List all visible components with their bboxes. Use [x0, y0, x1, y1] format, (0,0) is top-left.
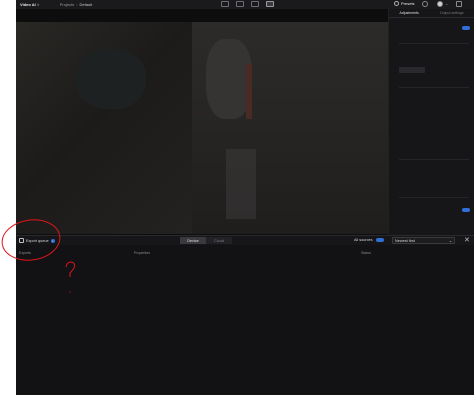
- presets-icon: [394, 1, 399, 6]
- window-fullscreen-icon[interactable]: [456, 1, 462, 7]
- presets-label: Presets: [401, 1, 415, 6]
- export-queue-list: [16, 257, 474, 395]
- video-preview-area: [16, 9, 388, 235]
- column-header-status: Status: [361, 251, 371, 255]
- sort-dropdown[interactable]: Newest first ⌄: [392, 237, 455, 244]
- breadcrumb-separator: ›: [76, 2, 78, 7]
- export-queue-header[interactable]: Export queue i: [19, 238, 55, 243]
- video-frame-content: [226, 149, 256, 219]
- close-icon[interactable]: ✕: [464, 237, 470, 244]
- sidebar-divider: [399, 159, 469, 160]
- tab-adjustments[interactable]: Adjustments: [400, 11, 419, 15]
- settings-gear-icon[interactable]: [422, 1, 428, 7]
- sidebar-tabs: Adjustments Output settings: [389, 9, 474, 18]
- layers-icon: [19, 238, 24, 243]
- column-header-exports: Exports: [19, 251, 31, 255]
- app-menu-chevron-icon[interactable]: ∨: [37, 2, 40, 7]
- account-chevron-icon[interactable]: ⌄: [445, 1, 448, 6]
- column-header-properties: Properties: [134, 251, 150, 255]
- all-sources-label: All sources: [354, 238, 373, 242]
- title-bar: Video AI ∨ Projects › Default Presets ⌄: [16, 0, 474, 9]
- presets-button[interactable]: Presets: [394, 1, 415, 6]
- breadcrumb-default[interactable]: Default: [80, 2, 93, 7]
- crop-view-icon[interactable]: [221, 1, 229, 7]
- export-queue-title: Export queue: [26, 238, 49, 243]
- tab-output-settings[interactable]: Output settings: [440, 11, 464, 15]
- view-mode-buttons: [221, 1, 274, 7]
- breadcrumb-projects[interactable]: Projects: [60, 2, 74, 7]
- account-avatar-icon[interactable]: [437, 1, 443, 7]
- split-view-icon[interactable]: [266, 1, 274, 7]
- sidebar-option-pill[interactable]: [399, 67, 425, 73]
- chevron-down-icon: ⌄: [448, 239, 452, 243]
- side-by-side-view-icon[interactable]: [251, 1, 259, 7]
- video-frame-content: [246, 64, 252, 119]
- video-ai-window: Video AI ∨ Projects › Default Presets ⌄ …: [16, 0, 474, 395]
- sidebar-divider: [399, 43, 469, 44]
- sidebar-toggle[interactable]: [462, 208, 470, 212]
- app-title[interactable]: Video AI: [20, 2, 36, 7]
- queue-table-header: Exports Properties Status: [16, 249, 474, 257]
- sidebar-divider: [399, 197, 469, 198]
- export-queue-bar: Export queue i Device Cloud All sources …: [16, 235, 474, 245]
- sidebar-toggle[interactable]: [462, 26, 470, 30]
- sidebar-divider: [399, 87, 469, 88]
- all-sources-filter: All sources: [354, 238, 384, 242]
- video-frame-content: [76, 49, 146, 109]
- segment-cloud[interactable]: Cloud: [206, 237, 232, 244]
- export-location-segmented-control: Device Cloud: [180, 237, 232, 244]
- adjustments-sidebar: Adjustments Output settings: [388, 9, 474, 235]
- all-sources-toggle[interactable]: [375, 238, 384, 242]
- sort-value: Newest first: [395, 238, 415, 243]
- info-icon[interactable]: i: [50, 238, 55, 243]
- segment-device[interactable]: Device: [180, 237, 206, 244]
- single-view-icon[interactable]: [236, 1, 244, 7]
